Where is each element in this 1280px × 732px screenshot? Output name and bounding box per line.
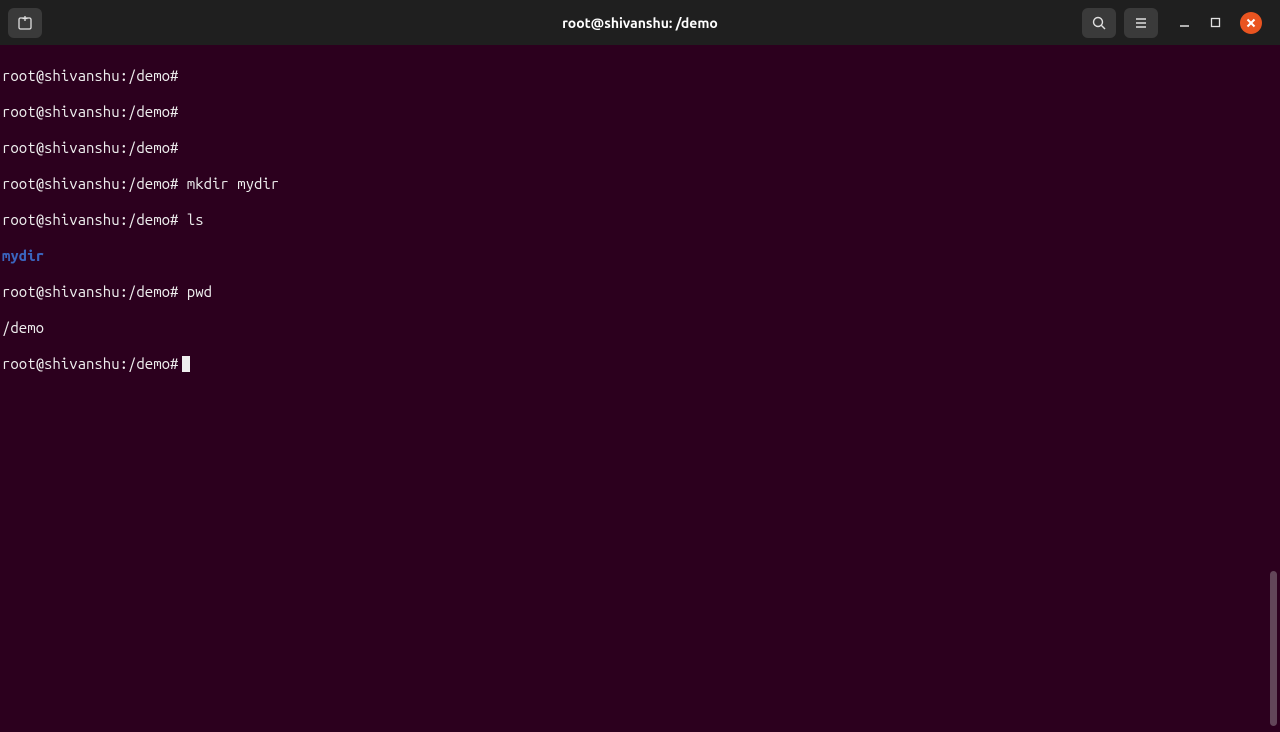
prompt-text: root@shivanshu:/demo# [2,103,178,120]
terminal-line: root@shivanshu:/demo# ls [2,211,1278,229]
terminal-line: root@shivanshu:/demo# [2,139,1278,157]
minimize-button[interactable] [1178,16,1191,29]
terminal-output-line: /demo [2,319,1278,337]
close-icon [1246,18,1256,28]
close-button[interactable] [1240,12,1262,34]
terminal-line: root@shivanshu:/demo# [2,67,1278,85]
search-button[interactable] [1082,8,1116,38]
new-tab-button[interactable] [8,8,42,38]
terminal-output-line: mydir [2,247,1278,265]
scrollbar-thumb[interactable] [1270,571,1277,726]
search-icon [1091,15,1107,31]
hamburger-icon [1133,15,1149,31]
maximize-button[interactable] [1209,16,1222,29]
ls-directory: mydir [2,247,44,264]
prompt-text: root@shivanshu:/demo# [2,67,178,84]
terminal-content[interactable]: root@shivanshu:/demo# root@shivanshu:/de… [0,45,1280,395]
titlebar: root@shivanshu: /demo [0,0,1280,45]
terminal-line: root@shivanshu:/demo# pwd [2,283,1278,301]
terminal-line: root@shivanshu:/demo# mkdir mydir [2,175,1278,193]
terminal-line: root@shivanshu:/demo# [2,355,1278,373]
prompt-text: root@shivanshu:/demo# [2,139,178,156]
command-text: mkdir mydir [178,175,279,192]
terminal-line: root@shivanshu:/demo# [2,103,1278,121]
command-text: pwd [178,283,212,300]
prompt-text: root@shivanshu:/demo# [2,355,178,372]
new-tab-icon [17,15,33,31]
prompt-text: root@shivanshu:/demo# [2,175,178,192]
minimize-icon [1178,16,1191,29]
prompt-text: root@shivanshu:/demo# [2,211,178,228]
cursor [182,356,190,372]
menu-button[interactable] [1124,8,1158,38]
command-text: ls [178,211,203,228]
maximize-icon [1209,16,1222,29]
prompt-text: root@shivanshu:/demo# [2,283,178,300]
pwd-output: /demo [2,319,44,336]
window-title: root@shivanshu: /demo [562,15,718,31]
